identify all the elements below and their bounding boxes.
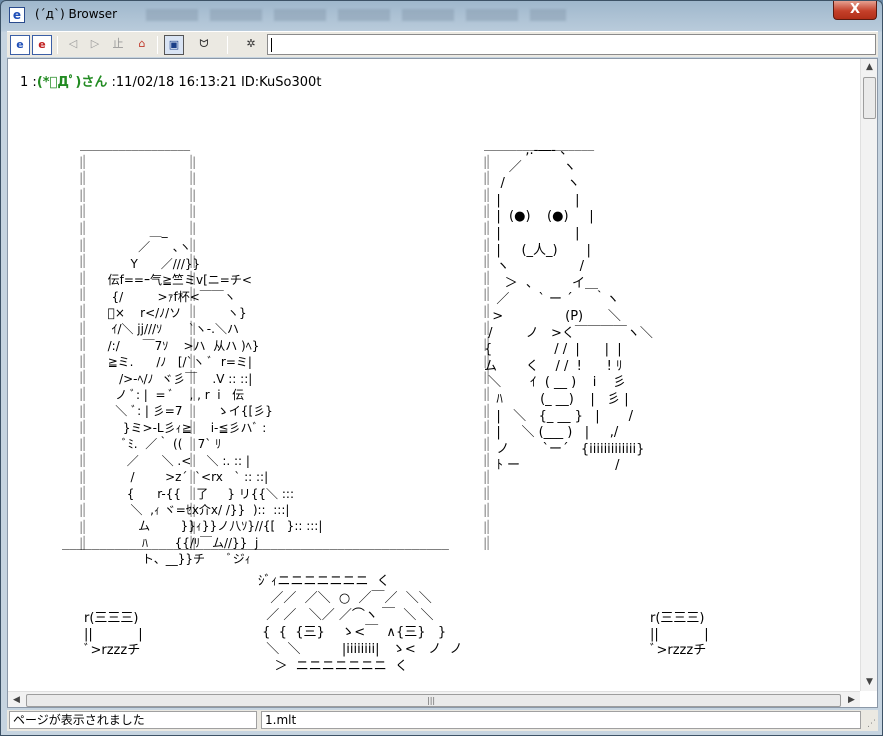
- app-icon[interactable]: e: [9, 7, 25, 23]
- left-character-art: ＿_ ／ ､ヽ Y ／///}} 伝f==ｰ气≧竺ミv[ニ=チ< {/ >ｧf杯…: [103, 224, 323, 567]
- post-number: 1: [20, 75, 29, 90]
- toolbar: e e ◁ ▷ 止 ⌂ ▣ ᗢ ✲: [7, 31, 878, 57]
- toolbar-separator: [57, 36, 58, 54]
- ie-red-icon[interactable]: e: [32, 35, 52, 55]
- ascii-art-area: 1 :(*ﾟДﾟ)さん :11/02/18 16:13:21 ID:KuSo30…: [8, 59, 860, 691]
- status-bar: ページが表示されました 1.mlt ⋰: [7, 710, 878, 731]
- center-basket-art: ｼﾞｨニニニニニニニ く ／／ ／＼ ○ ／￣／ ＼＼ ／ ／ ＼／ ／⌒ヽ ￣…: [258, 574, 463, 674]
- close-button[interactable]: X: [833, 1, 877, 20]
- post-header: 1 :(*ﾟДﾟ)さん :11/02/18 16:13:21 ID:KuSo30…: [20, 71, 321, 90]
- status-file: 1.mlt: [261, 711, 861, 729]
- scroll-down-icon[interactable]: ▼: [861, 674, 877, 691]
- floor-line-art: ￣￣￣￣￣￣￣￣￣￣￣￣￣￣￣￣￣￣￣￣￣￣￣￣￣￣￣￣￣￣￣￣￣￣￣￣￣￣￣￣…: [62, 549, 449, 563]
- window-title: (´д`) Browser: [35, 7, 118, 21]
- status-message: ページが表示されました: [9, 711, 257, 729]
- page-content[interactable]: 1 :(*ﾟДﾟ)さん :11/02/18 16:13:21 ID:KuSo30…: [7, 58, 878, 708]
- stop-icon[interactable]: 止: [108, 35, 128, 55]
- horizontal-scrollbar[interactable]: ◀ ||| ▶: [8, 691, 860, 707]
- horizontal-scroll-thumb[interactable]: |||: [26, 694, 841, 707]
- cat-face-icon[interactable]: ᗢ: [194, 35, 214, 55]
- scroll-up-icon[interactable]: ▲: [861, 59, 877, 76]
- back-icon[interactable]: ◁: [63, 35, 83, 55]
- vertical-scrollbar[interactable]: ▲ ▼: [860, 59, 877, 691]
- settings-icon[interactable]: ✲: [241, 35, 261, 55]
- grip-icon: |||: [427, 696, 436, 705]
- home-icon[interactable]: ⌂: [132, 35, 152, 55]
- right-character-art: ,.-―- 、 ／ ヽ / ヽ | | | (●) (●) | | | | (_…: [484, 143, 653, 474]
- left-small-art: r(三三三) || | ﾞ>rzzzチ: [84, 611, 143, 658]
- scroll-right-icon[interactable]: ▶: [843, 692, 860, 707]
- resize-grip-icon[interactable]: ⋰: [867, 719, 876, 729]
- vertical-scroll-thumb[interactable]: [863, 77, 876, 119]
- toolbar-separator: [227, 36, 228, 54]
- right-small-art: r(三三三) || | ﾞ>rzzzチ: [650, 611, 709, 658]
- post-author-name[interactable]: (*ﾟДﾟ)さん: [37, 75, 108, 90]
- ie-icon[interactable]: e: [10, 35, 30, 55]
- post-id: ID:KuSo300t: [240, 75, 322, 90]
- title-bar[interactable]: e (´д`) Browser X: [1, 1, 882, 29]
- window-icon[interactable]: ▣: [164, 35, 184, 55]
- forward-icon[interactable]: ▷: [85, 35, 105, 55]
- menu-bar-ghost: [146, 9, 566, 21]
- post-datetime: 11/02/18 16:13:21: [115, 75, 237, 90]
- text-caret: [271, 38, 272, 52]
- toolbar-separator: [157, 36, 158, 54]
- browser-window: e (´д`) Browser X e e ◁ ▷ 止 ⌂ ▣ ᗢ ✲ 1 :(…: [0, 0, 883, 736]
- address-input[interactable]: [267, 34, 876, 55]
- scroll-left-icon[interactable]: ◀: [8, 692, 25, 707]
